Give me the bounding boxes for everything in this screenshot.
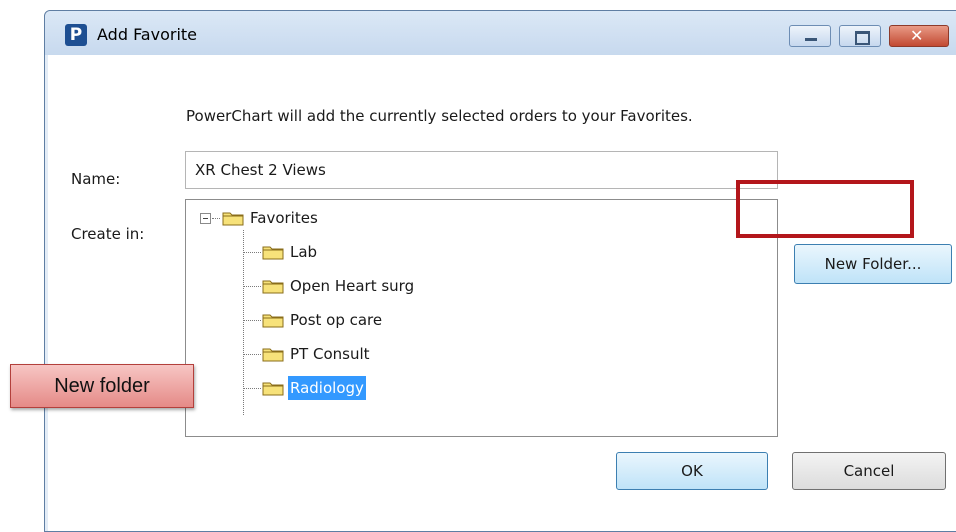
tree-connector xyxy=(244,388,261,389)
minimize-button[interactable] xyxy=(789,25,831,47)
folder-icon xyxy=(262,314,284,328)
collapse-toggle-icon[interactable] xyxy=(200,213,211,224)
close-button[interactable]: ✕ xyxy=(889,25,949,47)
tree-item-open-heart-surg[interactable]: Open Heart surg xyxy=(262,274,522,298)
tree-item-label: Post op care xyxy=(290,311,383,329)
folder-icon xyxy=(262,246,284,260)
powerchart-app-icon: P xyxy=(65,24,87,46)
folder-icon xyxy=(222,212,244,226)
close-icon: ✕ xyxy=(910,26,924,45)
ok-button[interactable]: OK xyxy=(616,452,768,490)
tree-item-radiology[interactable]: Radiology xyxy=(262,376,522,400)
tree-item-label: Lab xyxy=(290,243,318,261)
folder-icon xyxy=(262,382,284,396)
tree-connector xyxy=(244,286,261,287)
folder-icon xyxy=(262,348,284,362)
window-title: Add Favorite xyxy=(97,25,197,44)
info-message: PowerChart will add the currently select… xyxy=(186,107,693,125)
maximize-button[interactable] xyxy=(839,25,881,47)
tree-item-favorites[interactable]: Favorites xyxy=(222,206,422,230)
tree-item-post-op-care[interactable]: Post op care xyxy=(262,308,522,332)
tree-connector xyxy=(244,252,261,253)
tree-item-label-selected: Radiology xyxy=(288,376,366,400)
annotation-highlight-box xyxy=(736,180,914,238)
tree-item-pt-consult[interactable]: PT Consult xyxy=(262,342,522,366)
folder-icon xyxy=(262,280,284,294)
folder-tree[interactable]: Favorites Lab Open Heart surg Post op ca… xyxy=(185,199,778,437)
tree-connector xyxy=(244,320,261,321)
title-bar[interactable]: P Add Favorite ✕ xyxy=(45,11,956,55)
cancel-button[interactable]: Cancel xyxy=(792,452,946,490)
tree-item-lab[interactable]: Lab xyxy=(262,240,462,264)
name-field[interactable] xyxy=(185,151,778,189)
annotation-callout: New folder xyxy=(10,364,194,408)
name-label: Name: xyxy=(71,170,121,188)
new-folder-button[interactable]: New Folder... xyxy=(794,244,952,284)
tree-connector xyxy=(244,354,261,355)
tree-item-label: Favorites xyxy=(250,209,318,227)
tree-item-label: Open Heart surg xyxy=(290,277,415,295)
tree-connector xyxy=(212,218,220,219)
create-in-label: Create in: xyxy=(71,225,145,243)
maximize-icon xyxy=(855,31,870,45)
minimize-icon xyxy=(805,38,817,41)
tree-item-label: PT Consult xyxy=(290,345,370,363)
